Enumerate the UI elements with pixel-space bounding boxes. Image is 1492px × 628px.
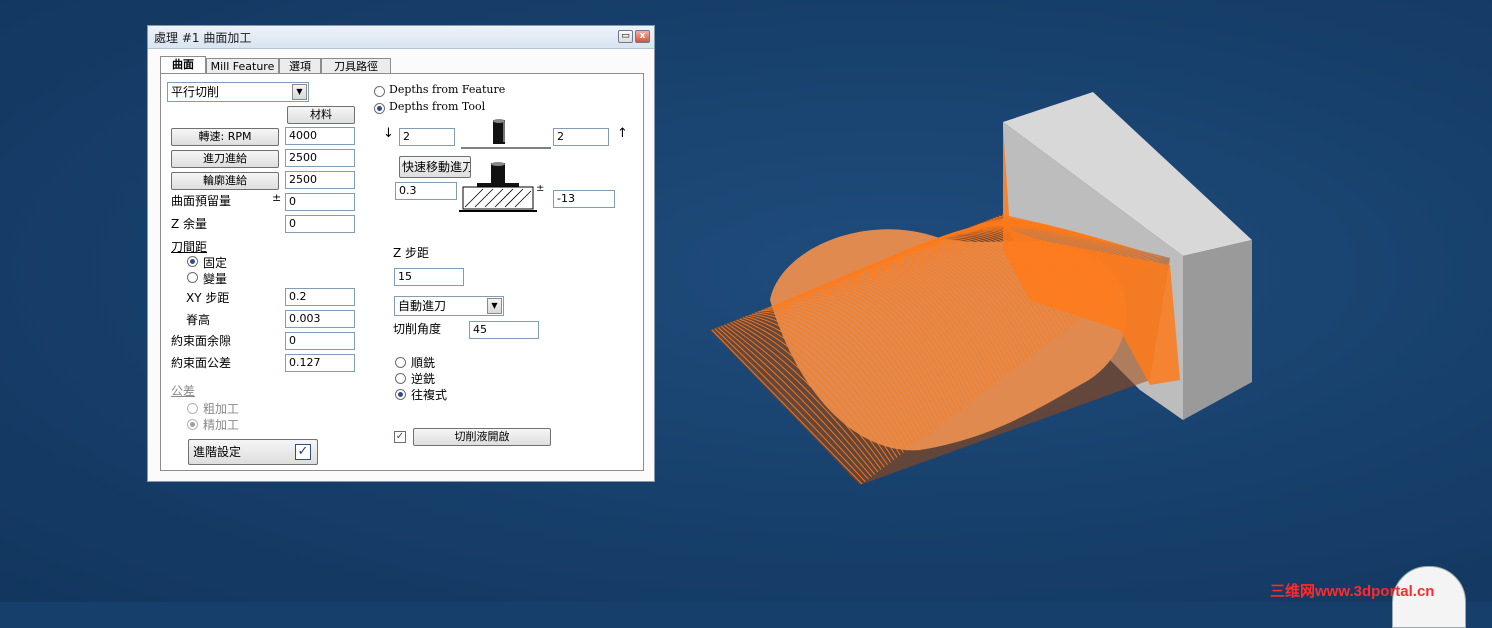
constraint-allowance-label: 約束面余隙 [171, 334, 232, 348]
chevron-down-icon[interactable]: ▼ [292, 84, 307, 100]
advanced-settings-button[interactable]: 進階設定 ✓ [188, 439, 318, 465]
top-left-depth-input[interactable]: 2 [399, 128, 455, 146]
dialog-title: 處理 #1 曲面加工 [154, 31, 252, 45]
rough-radio[interactable] [187, 403, 198, 414]
minimize-button[interactable]: ▭ [618, 30, 633, 43]
climb-radio[interactable] [395, 357, 406, 368]
surface-machining-dialog: 處理 #1 曲面加工 ▭ x 曲面 Mill Feature 選項 刀具路徑 平… [147, 25, 655, 482]
bottom-left-depth-input[interactable]: 0.3 [395, 182, 457, 200]
zigzag-label: 往複式 [411, 388, 448, 402]
tab-toolpath[interactable]: 刀具路徑 [321, 58, 391, 74]
contour-feed-input[interactable]: 2500 [285, 171, 355, 189]
advanced-settings-label: 進階設定 [193, 445, 242, 459]
bottom-right-depth-input[interactable]: -13 [553, 190, 615, 208]
tab-surface[interactable]: 曲面 [160, 56, 206, 74]
conventional-label: 逆銑 [411, 372, 436, 386]
arrow-down-icon: ↓ [383, 126, 394, 141]
close-button[interactable]: x [635, 30, 650, 43]
z-allowance-label: Z 余量 [171, 217, 208, 231]
depths-from-feature-radio[interactable] [374, 86, 385, 97]
z-step-label: Z 步距 [393, 246, 430, 260]
top-right-depth-input[interactable]: 2 [553, 128, 609, 146]
constraint-tolerance-label: 約束面公差 [171, 356, 232, 370]
tab-mill-feature[interactable]: Mill Feature [206, 58, 279, 74]
xy-step-input[interactable]: 0.2 [285, 288, 355, 306]
conventional-radio[interactable] [395, 373, 406, 384]
constraint-allowance-input[interactable]: 0 [285, 332, 355, 350]
climb-label: 順銑 [411, 356, 436, 370]
checkmark-icon: ✓ [295, 444, 311, 460]
scallop-label: 脊高 [186, 313, 211, 327]
xy-step-label: XY 步距 [186, 291, 230, 305]
rapid-move-button[interactable]: 快速移動進刀 [399, 156, 471, 178]
z-step-input[interactable]: 15 [394, 268, 464, 286]
fixed-label: 固定 [203, 256, 228, 270]
zigzag-radio[interactable] [395, 389, 406, 400]
scallop-input[interactable]: 0.003 [285, 310, 355, 328]
surface-allowance-input[interactable]: 0 [285, 193, 355, 211]
depths-from-tool-radio[interactable] [374, 103, 385, 114]
plusminus-label: ± [272, 191, 282, 204]
cut-angle-input[interactable]: 45 [469, 321, 539, 339]
variable-label: 變量 [203, 272, 228, 286]
dialog-titlebar[interactable]: 處理 #1 曲面加工 ▭ x [148, 26, 654, 49]
rough-label: 粗加工 [203, 402, 240, 416]
stepover-section-label: 刀間距 [171, 240, 208, 254]
entry-mode-value: 自動進刀 [398, 299, 447, 313]
coolant-checkbox[interactable]: ✓ [394, 431, 406, 443]
plunge-feed-input[interactable]: 2500 [285, 149, 355, 167]
cut-angle-label: 切削角度 [393, 322, 442, 336]
surface-allowance-label: 曲面預留量 [171, 194, 232, 208]
tab-panel-surface: 平行切削 ▼ 材料 轉速: RPM 4000 進刀進給 2500 輪廓進給 25… [160, 73, 644, 471]
contour-feed-button[interactable]: 輪廓進給 [171, 172, 279, 190]
stock-side-face [1183, 240, 1252, 420]
variable-radio[interactable] [187, 272, 198, 283]
entry-mode-select[interactable]: 自動進刀 ▼ [394, 296, 504, 316]
finish-radio[interactable] [187, 419, 198, 430]
tab-options[interactable]: 選項 [279, 58, 321, 74]
rpm-button[interactable]: 轉速: RPM [171, 128, 279, 146]
depths-from-feature-label: Depths from Feature [389, 83, 506, 96]
strategy-value: 平行切削 [171, 85, 220, 99]
chevron-down-icon[interactable]: ▼ [487, 298, 502, 314]
coolant-button[interactable]: 切削液開啟 [413, 428, 551, 446]
rpm-input[interactable]: 4000 [285, 127, 355, 145]
svg-text:±: ± [536, 183, 544, 194]
watermark: 三维网www.3dportal.cn [1270, 583, 1435, 600]
material-button[interactable]: 材料 [287, 106, 355, 124]
depths-from-tool-label: Depths from Tool [389, 100, 486, 113]
constraint-tolerance-input[interactable]: 0.127 [285, 354, 355, 372]
arrow-up-icon: ↑ [617, 126, 628, 141]
z-allowance-input[interactable]: 0 [285, 215, 355, 233]
plunge-feed-button[interactable]: 進刀進給 [171, 150, 279, 168]
strategy-select[interactable]: 平行切削 ▼ [167, 82, 309, 102]
finish-label: 精加工 [203, 418, 240, 432]
fixed-radio[interactable] [187, 256, 198, 267]
tolerance-section-label: 公差 [171, 384, 196, 398]
